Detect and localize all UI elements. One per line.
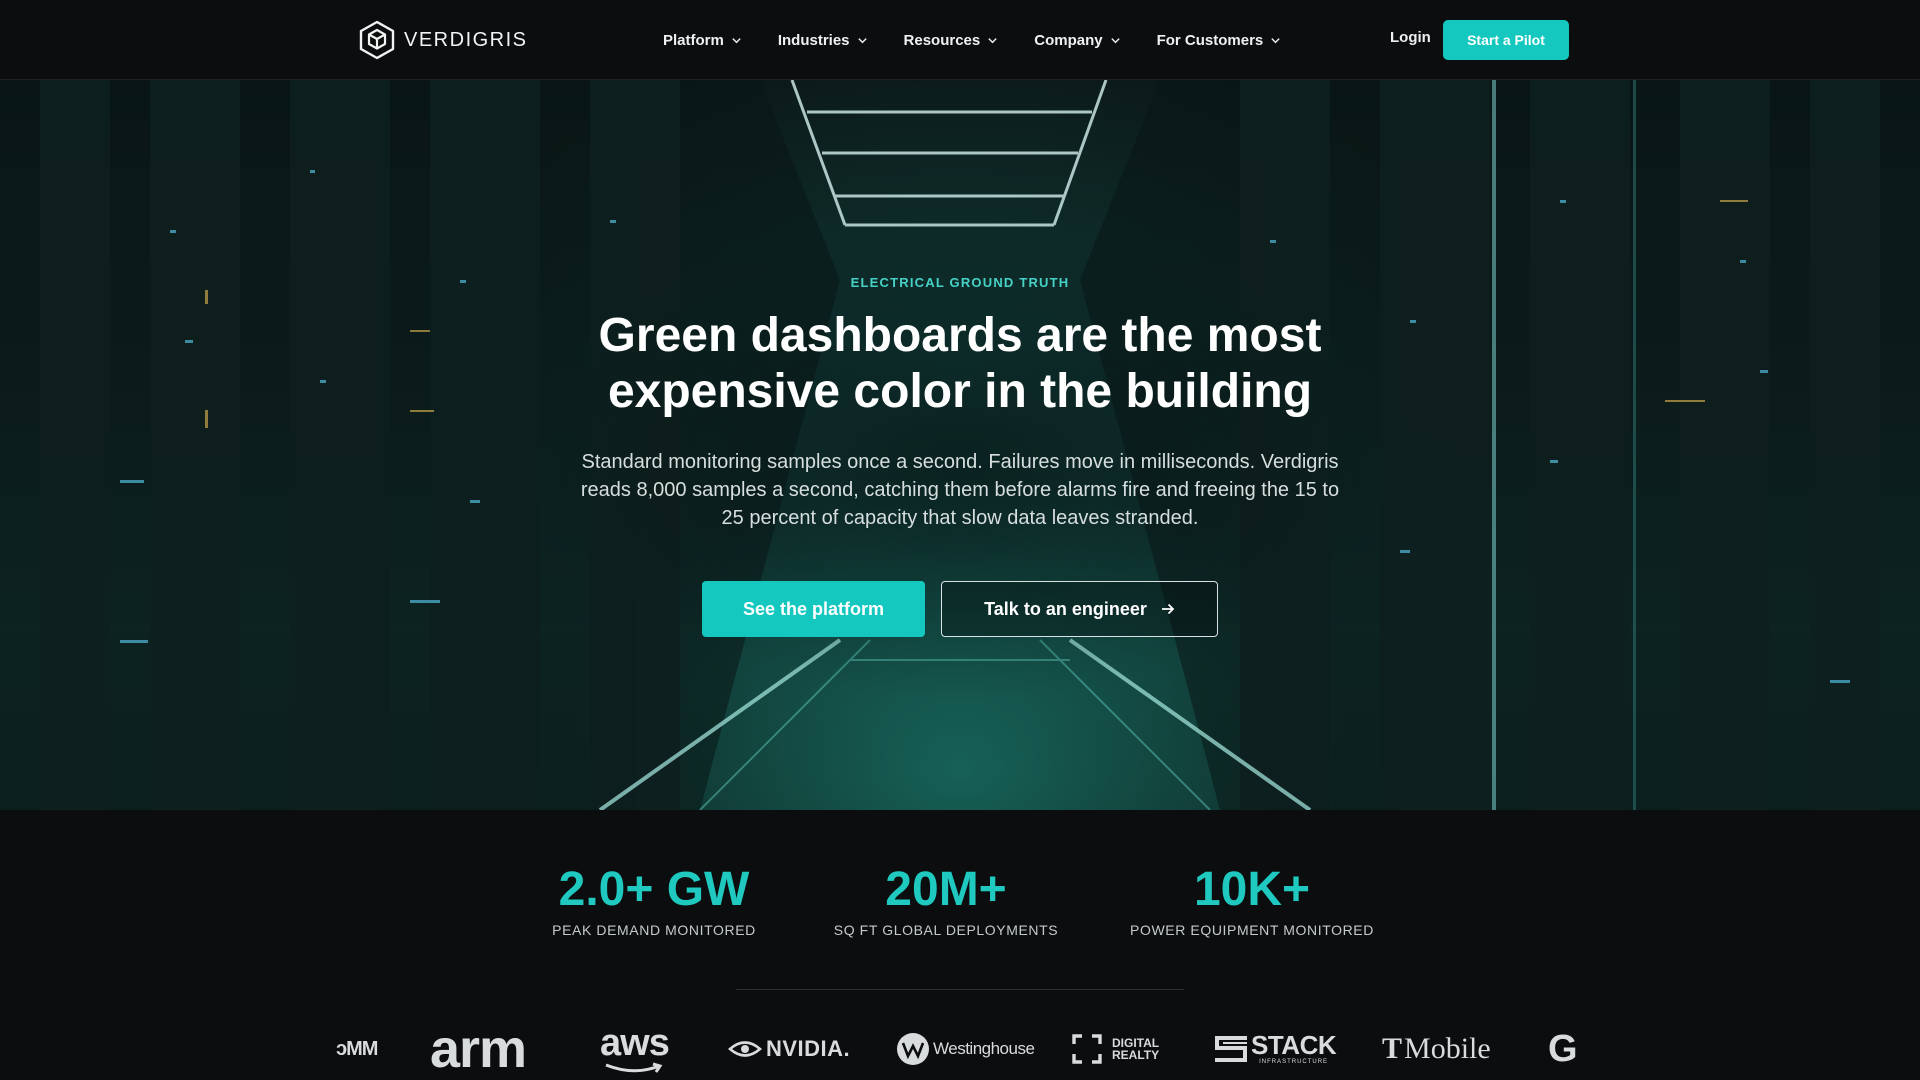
chevron-down-icon [1271,37,1280,43]
nvidia-logo: NVIDIA. [728,1018,850,1080]
customer-logo-strip: ᴐMM arm aws NVIDIA. Westinghouse DIGITAL… [330,1018,1600,1080]
digital-realty-logo: DIGITAL REALTY [1072,1018,1159,1080]
nav-item-label: For Customers [1156,31,1264,49]
nav-item-industries[interactable]: Industries [778,32,868,49]
partial-logo-right: G [1548,1027,1578,1070]
stat-label: POWER EQUIPMENT MONITORED [1130,922,1374,938]
chevron-down-icon [732,37,741,43]
arm-logo: arm [430,1019,527,1079]
nav-item-label: Platform [663,31,724,49]
stats-section: 2.0+ GW PEAK DEMAND MONITORED 20M+ SQ FT… [0,810,1920,995]
westinghouse-w-icon [897,1033,929,1065]
stack-subtitle: INFRASTRUCTURE [1259,1059,1329,1065]
stack-wordmark: STACK [1251,1030,1337,1060]
hero-eyebrow: ELECTRICAL GROUND TRUTH [850,275,1070,290]
stat-value: 10K+ [1193,863,1311,916]
login-link[interactable]: Login [1390,29,1431,46]
see-platform-button[interactable]: See the platform [702,581,925,637]
nav-item-resources[interactable]: Resources [904,32,999,49]
talk-to-engineer-label: Talk to an engineer [984,598,1147,619]
aws-wordmark: aws [600,1022,670,1064]
stack-logo: STACK INFRASTRUCTURE [1213,1018,1337,1080]
section-divider [736,989,1184,990]
nav-item-company[interactable]: Company [1034,32,1120,49]
t-mobile-logo: T Mobile [1382,1018,1491,1080]
stack-s-icon [1215,1036,1247,1062]
brand-name: VERDIGRIS [404,28,528,51]
stat-peak-demand: 2.0+ GW PEAK DEMAND MONITORED [549,862,759,938]
digital-realty-bracket-icon [1072,1034,1102,1064]
stat-label: SQ FT GLOBAL DEPLOYMENTS [833,922,1059,938]
nvidia-wordmark: NVIDIA. [766,1036,851,1061]
hexagon-cube-icon [359,20,395,60]
westinghouse-logo: Westinghouse [895,1018,1035,1080]
brand-logo[interactable]: VERDIGRIS [358,19,528,61]
arrow-right-icon [1161,603,1175,615]
westinghouse-wordmark: Westinghouse [933,1039,1035,1058]
stat-label: PEAK DEMAND MONITORED [552,922,756,938]
aws-logo: aws [600,1018,670,1080]
partial-logo-left: ᴐMM [336,1037,378,1060]
nav-item-platform[interactable]: Platform [663,32,742,49]
t-mobile-t-mark: T [1382,1032,1403,1065]
chevron-down-icon [857,37,867,43]
stat-value: 20M+ [885,863,1007,916]
main-menu: Platform Industries Resources Company Fo… [663,24,1317,56]
talk-to-engineer-button[interactable]: Talk to an engineer [941,581,1218,637]
t-mobile-wordmark: Mobile [1404,1032,1491,1065]
hero-headline: Green dashboards are the most expensive … [598,309,1322,418]
smile-arrow-icon [605,1062,663,1073]
chevron-down-icon [988,37,997,43]
chevron-down-icon [1110,37,1120,43]
nvidia-eye-icon [728,1041,762,1057]
stat-power-equipment: 10K+ POWER EQUIPMENT MONITORED [1130,862,1374,938]
nav-item-label: Resources [903,31,981,49]
digital-realty-line-2: REALTY [1112,1048,1160,1062]
start-pilot-button[interactable]: Start a Pilot [1443,20,1569,60]
hero-subcopy: Standard monitoring samples once a secon… [580,451,1340,529]
stat-square-feet: 20M+ SQ FT GLOBAL DEPLOYMENTS [830,862,1062,938]
nav-item-for-customers[interactable]: For Customers [1157,32,1282,49]
nav-item-label: Industries [777,31,850,49]
hero-section: ELECTRICAL GROUND TRUTH Green dashboards… [0,80,1920,810]
nav-item-label: Company [1034,31,1103,49]
stat-value: 2.0+ GW [558,863,750,916]
top-navigation: VERDIGRIS Platform Industries Resources … [0,0,1920,80]
